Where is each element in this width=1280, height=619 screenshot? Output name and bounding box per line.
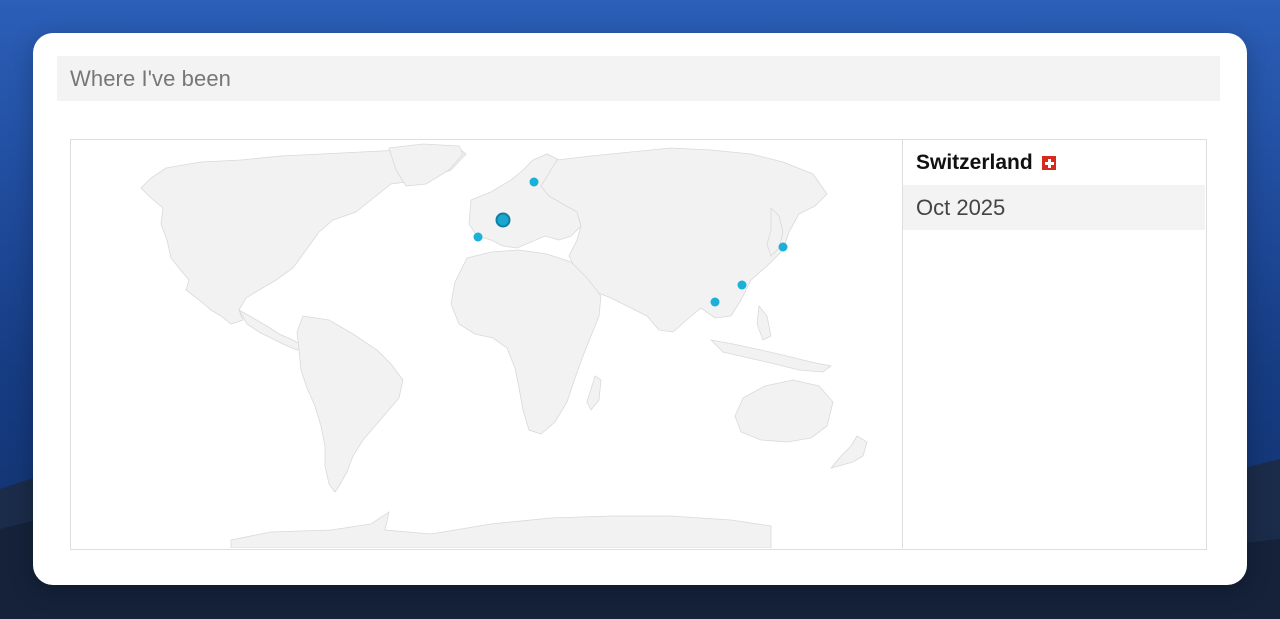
map-frame: Switzerland Oct 2025 xyxy=(70,139,1207,550)
madagascar-landmass xyxy=(586,375,602,411)
swiss-flag-icon xyxy=(1041,155,1056,170)
philippines-landmass xyxy=(756,304,772,341)
marker-thailand[interactable] xyxy=(710,297,720,307)
central-america-landmass xyxy=(237,308,304,351)
australia-landmass xyxy=(734,379,834,443)
world-map-svg xyxy=(140,143,868,548)
marker-spain[interactable] xyxy=(473,232,483,242)
world-map[interactable] xyxy=(71,140,902,548)
indonesia-landmass xyxy=(709,339,832,373)
marker-switzerland[interactable] xyxy=(495,212,511,228)
card-title: Where I've been xyxy=(70,65,232,91)
south-america-landmass xyxy=(296,315,404,493)
marker-hong-kong[interactable] xyxy=(737,280,747,290)
visit-date-row: Oct 2025 xyxy=(903,185,1205,230)
antarctica-landmass xyxy=(230,511,772,548)
country-detail-panel: Switzerland Oct 2025 xyxy=(902,140,1205,548)
card-header: Where I've been xyxy=(57,56,1220,101)
marker-japan[interactable] xyxy=(778,242,788,252)
travel-card: Where I've been Switzerland Oct 2025 xyxy=(33,33,1247,585)
africa-landmass xyxy=(450,249,602,435)
new-zealand-landmass xyxy=(829,435,868,469)
visit-date: Oct 2025 xyxy=(916,194,1006,220)
country-name: Switzerland xyxy=(916,150,1033,174)
country-heading: Switzerland xyxy=(903,140,1205,185)
marker-finland[interactable] xyxy=(529,177,539,187)
